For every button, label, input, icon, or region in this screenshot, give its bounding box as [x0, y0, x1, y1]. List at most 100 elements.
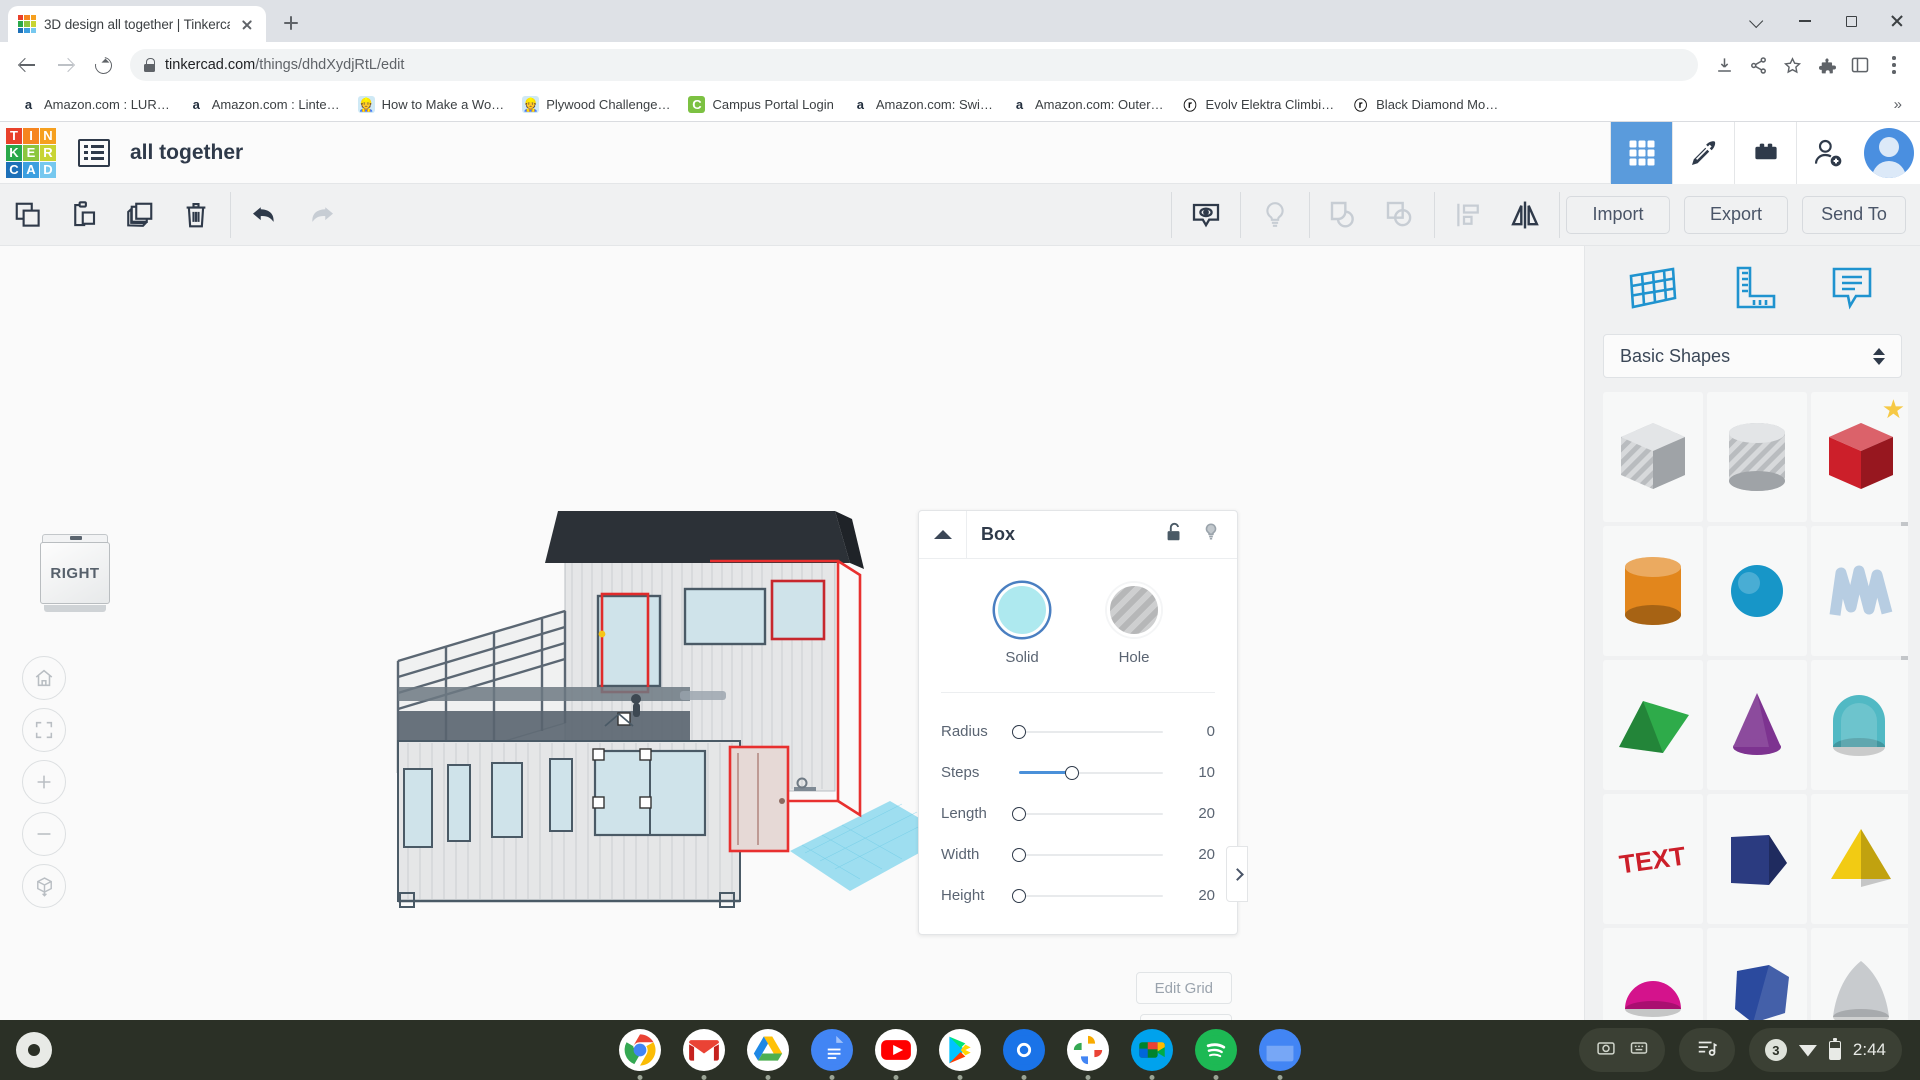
shelf-system-tray[interactable]: 3 2:44 [1749, 1028, 1902, 1072]
import-button[interactable]: Import [1566, 196, 1670, 234]
shape-half-cylinder[interactable] [1811, 660, 1908, 790]
shape-cone[interactable] [1707, 660, 1807, 790]
3d-viewport[interactable]: RIGHT [0, 246, 1584, 1058]
battery-icon[interactable] [1829, 1041, 1841, 1060]
slider-value[interactable]: 20 [1173, 805, 1215, 822]
shape-scribble[interactable] [1811, 526, 1908, 656]
slider-value[interactable]: 20 [1173, 887, 1215, 904]
slider-knob[interactable] [1012, 889, 1026, 903]
minimize-button[interactable] [1782, 0, 1828, 42]
docs-app[interactable] [811, 1029, 853, 1071]
shape-cylinder-hole[interactable] [1707, 392, 1807, 522]
input-method-icon[interactable] [1629, 1038, 1649, 1063]
bookmark-item[interactable]: aAmazon.com : Linte… [180, 92, 348, 117]
hole-option[interactable]: Hole [1107, 583, 1161, 666]
spotify-app[interactable] [1195, 1029, 1237, 1071]
meet-app[interactable] [1131, 1029, 1173, 1071]
shape-pyramid[interactable] [1811, 794, 1908, 924]
3d-model-container-house[interactable] [390, 501, 990, 991]
files-app[interactable] [1259, 1029, 1301, 1071]
browser-tab[interactable]: 3D design all together | Tinkercad [8, 6, 266, 42]
bookmark-star-icon[interactable] [1776, 49, 1808, 81]
show-hide-button[interactable] [1178, 184, 1234, 246]
shape-sphere[interactable] [1707, 526, 1807, 656]
solid-option[interactable]: Solid [995, 583, 1049, 666]
clock[interactable]: 2:44 [1853, 1040, 1886, 1060]
launcher-button[interactable] [16, 1032, 52, 1068]
home-view-button[interactable] [22, 656, 66, 700]
bookmarks-overflow-button[interactable]: » [1888, 96, 1908, 113]
slider-value[interactable]: 20 [1173, 846, 1215, 863]
bricks-button[interactable] [1734, 122, 1796, 184]
collapse-panel-button[interactable] [919, 511, 967, 559]
mirror-button[interactable] [1497, 184, 1553, 246]
shape-box[interactable]: ★ [1811, 392, 1908, 522]
share-icon[interactable] [1742, 49, 1774, 81]
shape-roof[interactable] [1603, 660, 1703, 790]
view-cube[interactable]: RIGHT [32, 534, 118, 610]
avatar[interactable] [1858, 122, 1920, 184]
view-cube-front-face[interactable]: RIGHT [40, 542, 110, 604]
chrome-menu-button[interactable] [1878, 49, 1910, 81]
maximize-button[interactable] [1828, 0, 1874, 42]
bookmark-item[interactable]: aAmazon.com: Outer… [1003, 92, 1172, 117]
design-list-icon[interactable] [78, 139, 110, 167]
address-bar[interactable]: tinkercad.com/things/dhdXydjRtL/edit [130, 49, 1698, 81]
solid-swatch[interactable] [995, 583, 1049, 637]
bookmark-item[interactable]: ⓡBlack Diamond Mo… [1344, 92, 1506, 117]
invite-button[interactable] [1796, 122, 1858, 184]
slider-track[interactable] [1019, 844, 1163, 866]
sidebar-collapse-handle[interactable] [1226, 846, 1248, 902]
notification-count-badge[interactable]: 3 [1765, 1039, 1787, 1061]
photos-app[interactable] [1067, 1029, 1109, 1071]
slider-track[interactable] [1019, 885, 1163, 907]
shelf-tray-left[interactable] [1579, 1028, 1665, 1072]
tinkercad-logo-icon[interactable]: TINKERCAD [6, 128, 56, 178]
bookmark-item[interactable]: ⓡEvolv Elektra Climbi… [1174, 92, 1343, 117]
hole-swatch[interactable] [1107, 583, 1161, 637]
back-button[interactable] [10, 48, 44, 82]
bookmark-item[interactable]: CCampus Portal Login [680, 92, 841, 117]
fit-to-view-button[interactable] [22, 708, 66, 752]
play-store-app[interactable] [939, 1029, 981, 1071]
shape-text[interactable]: TEXT [1603, 794, 1703, 924]
slider-knob[interactable] [1012, 807, 1026, 821]
paste-button[interactable] [56, 184, 112, 246]
slider-track[interactable] [1019, 721, 1163, 743]
codeblocks-button[interactable] [1672, 122, 1734, 184]
ruler-tool[interactable] [1724, 262, 1780, 319]
shape-box-hole[interactable] [1603, 392, 1703, 522]
gmail-app[interactable] [683, 1029, 725, 1071]
bookmark-item[interactable]: 👷How to Make a Wo… [350, 92, 513, 117]
duplicate-button[interactable] [112, 184, 168, 246]
shelf-tray-quicksettings[interactable] [1679, 1028, 1735, 1072]
note-tool[interactable] [1824, 262, 1880, 319]
lightbulb-icon[interactable] [1201, 520, 1221, 549]
page-title[interactable]: all together [130, 141, 243, 165]
close-window-button[interactable] [1874, 0, 1920, 42]
shape-wedge[interactable] [1707, 794, 1807, 924]
unlocked-padlock-icon[interactable] [1163, 520, 1185, 549]
slider-value[interactable]: 10 [1173, 764, 1215, 781]
bookmark-item[interactable]: 👷Plywood Challenge… [514, 92, 678, 117]
new-tab-button[interactable] [274, 6, 308, 40]
camera-app[interactable] [1003, 1029, 1045, 1071]
slider-knob[interactable] [1012, 848, 1026, 862]
chrome-app[interactable] [619, 1029, 661, 1071]
shape-cylinder[interactable] [1603, 526, 1703, 656]
favorite-star-icon[interactable]: ★ [1882, 396, 1905, 422]
delete-button[interactable] [168, 184, 224, 246]
bookmark-item[interactable]: aAmazon.com : LUR… [12, 92, 178, 117]
profile-icon[interactable] [1844, 49, 1876, 81]
export-button[interactable]: Export [1684, 196, 1788, 234]
shape-category-select[interactable]: Basic Shapes [1603, 334, 1902, 378]
zoom-in-button[interactable] [22, 760, 66, 804]
reload-button[interactable] [86, 48, 120, 82]
edit-grid-button[interactable]: Edit Grid [1136, 972, 1232, 1004]
tab-search-button[interactable] [1736, 0, 1782, 42]
youtube-app[interactable] [875, 1029, 917, 1071]
undo-button[interactable] [237, 184, 293, 246]
blocks-grid-button[interactable] [1610, 122, 1672, 184]
playlist-icon[interactable] [1695, 1037, 1719, 1064]
slider-track[interactable] [1019, 762, 1163, 784]
